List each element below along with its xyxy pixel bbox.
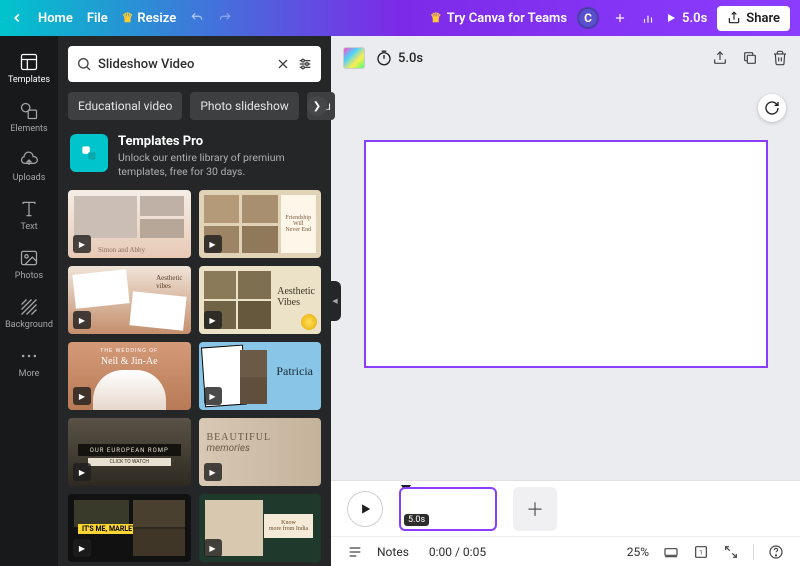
sidenav-item-background[interactable]: Background xyxy=(0,289,58,338)
sidenav-label: Uploads xyxy=(13,173,46,183)
play-icon: ▶ xyxy=(73,539,91,557)
template-grid: Simon and Abby▶ Friendship WillNever End… xyxy=(58,190,331,566)
topbar: Home File ♛ Resize ♛ Try Canva for Teams… xyxy=(0,0,800,36)
present-button[interactable]: 5.0s xyxy=(665,11,707,26)
add-page-button[interactable]: ＋ xyxy=(513,487,557,531)
chevron-left-icon[interactable] xyxy=(10,11,24,25)
canvas-area: 5.0s xyxy=(331,36,800,566)
template-thumb[interactable]: Aestheticvibes▶ xyxy=(68,266,191,334)
play-icon: ▶ xyxy=(204,235,222,253)
sidenav-label: More xyxy=(19,369,40,379)
search-box[interactable] xyxy=(68,46,321,82)
timeline-play-button[interactable] xyxy=(347,491,383,527)
chip[interactable]: Educational video xyxy=(68,92,182,120)
chip[interactable]: Photo slideshow xyxy=(190,92,298,120)
share-label: Share xyxy=(746,11,780,26)
chip-scroll-right[interactable]: ❯ xyxy=(307,96,327,116)
avatar[interactable]: C xyxy=(577,7,599,29)
sidenav-item-text[interactable]: Text xyxy=(0,191,58,240)
sidenav-item-uploads[interactable]: Uploads xyxy=(0,142,58,191)
play-icon: ▶ xyxy=(204,539,222,557)
template-thumb[interactable]: Patricia▶ xyxy=(199,342,322,410)
sidenav-item-templates[interactable]: Templates xyxy=(0,44,58,93)
play-icon: ▶ xyxy=(204,311,222,329)
try-teams-label: Try Canva for Teams xyxy=(447,11,567,26)
add-member-button[interactable] xyxy=(609,7,631,29)
slide[interactable] xyxy=(364,140,768,368)
undo-icon[interactable] xyxy=(190,11,204,25)
animate-button[interactable]: 5.0s xyxy=(375,49,423,67)
home-button[interactable]: Home xyxy=(38,11,73,26)
pro-subtitle: Unlock our entire library of premium tem… xyxy=(118,151,319,178)
sidenav-label: Photos xyxy=(15,271,43,281)
redo-icon[interactable] xyxy=(218,11,232,25)
sidenav-label: Background xyxy=(5,320,53,330)
timeline-time: 0:00 / 0:05 xyxy=(429,545,486,559)
play-icon: ▶ xyxy=(73,387,91,405)
template-thumb[interactable]: Knowmore from India▶ xyxy=(199,494,322,562)
timeline-thumb[interactable]: 5.0s xyxy=(399,487,497,531)
crown-icon: ♛ xyxy=(430,11,442,26)
help-icon[interactable] xyxy=(768,544,784,560)
animate-label: 5.0s xyxy=(398,51,423,66)
svg-text:1: 1 xyxy=(699,548,703,556)
sidenav-item-more[interactable]: More xyxy=(0,338,58,387)
play-icon: ▶ xyxy=(204,463,222,481)
share-button[interactable]: Share xyxy=(717,6,790,31)
clear-icon[interactable] xyxy=(275,56,291,72)
sidenav-item-photos[interactable]: Photos xyxy=(0,240,58,289)
timeline: 5.0s ＋ Notes 0:00 / 0:05 25% 1 xyxy=(331,480,800,566)
zoom-level[interactable]: 25% xyxy=(627,545,649,559)
try-teams-button[interactable]: ♛ Try Canva for Teams xyxy=(430,11,567,26)
slider-view-icon[interactable] xyxy=(663,544,679,560)
play-icon: ▶ xyxy=(73,235,91,253)
template-thumb[interactable]: Friendship WillNever End▶ xyxy=(199,190,322,258)
grid-view-icon[interactable]: 1 xyxy=(693,544,709,560)
play-icon: ▶ xyxy=(73,311,91,329)
template-thumb[interactable]: OUR EUROPEAN ROMPCLICK TO WATCH▶ xyxy=(68,418,191,486)
resize-button[interactable]: ♛ Resize xyxy=(122,11,176,26)
search-icon xyxy=(76,56,92,72)
template-thumb[interactable]: BEAUTIFULmemories▶ xyxy=(199,418,322,486)
analytics-icon[interactable] xyxy=(641,11,655,25)
color-picker[interactable] xyxy=(343,47,365,69)
resize-label: Resize xyxy=(137,11,176,26)
play-icon: ▶ xyxy=(204,387,222,405)
notes-button[interactable]: Notes xyxy=(377,545,409,559)
duplicate-icon[interactable] xyxy=(742,50,758,66)
notes-icon[interactable] xyxy=(347,544,363,560)
sidenav: Templates Elements Uploads Text Photos B… xyxy=(0,36,58,566)
canvas-toolbar: 5.0s xyxy=(331,36,800,80)
sidenav-item-elements[interactable]: Elements xyxy=(0,93,58,142)
search-input[interactable] xyxy=(98,57,269,72)
templates-pro-banner[interactable]: Templates Pro Unlock our entire library … xyxy=(58,130,331,190)
template-thumb[interactable]: IT'S ME, MARLEY!▶ xyxy=(68,494,191,562)
template-thumb[interactable]: AestheticVibes▶ xyxy=(199,266,322,334)
sidenav-label: Text xyxy=(20,222,37,232)
play-icon: ▶ xyxy=(73,463,91,481)
template-thumb[interactable]: THE WEDDING OFNeil & Jin-Ae▶ xyxy=(68,342,191,410)
clock-icon xyxy=(375,49,393,67)
thumb-duration: 5.0s xyxy=(404,514,429,526)
crown-icon: ♛ xyxy=(122,11,134,26)
sidenav-label: Templates xyxy=(8,75,50,85)
template-thumb[interactable]: Simon and Abby▶ xyxy=(68,190,191,258)
pro-badge-icon xyxy=(70,134,108,172)
export-icon[interactable] xyxy=(712,50,728,66)
templates-panel: Educational video Photo slideshow Bu ❯ T… xyxy=(58,36,331,566)
pro-title: Templates Pro xyxy=(118,134,319,149)
chip-row: Educational video Photo slideshow Bu ❯ xyxy=(58,92,331,130)
delete-icon[interactable] xyxy=(772,50,788,66)
sidenav-label: Elements xyxy=(10,124,47,134)
fullscreen-icon[interactable] xyxy=(723,544,739,560)
reload-button[interactable] xyxy=(758,94,786,122)
filter-icon[interactable] xyxy=(297,56,313,72)
duration-label: 5.0s xyxy=(682,11,707,26)
file-button[interactable]: File xyxy=(87,11,108,26)
